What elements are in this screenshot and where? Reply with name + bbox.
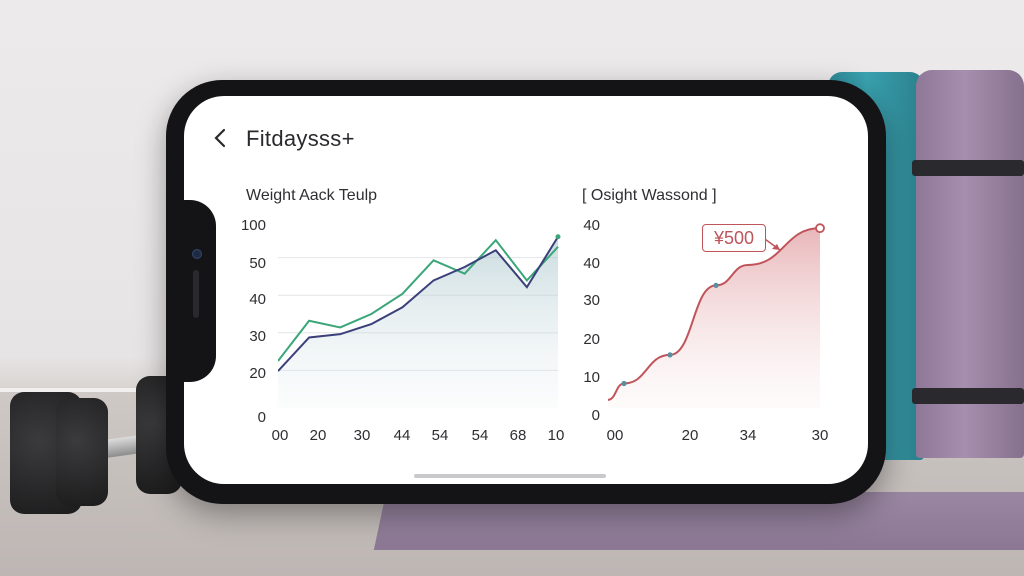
mat-strap bbox=[912, 388, 1024, 404]
front-camera bbox=[192, 249, 202, 259]
y-tick-label: 0 bbox=[591, 407, 600, 424]
app-title: Fitdaysss+ bbox=[246, 126, 355, 151]
y-tick-label: 100 bbox=[240, 217, 266, 234]
data-point bbox=[815, 223, 825, 234]
chart-title: Weight Aack Teulp bbox=[246, 187, 378, 204]
home-indicator[interactable] bbox=[414, 474, 606, 478]
phone-notch bbox=[166, 200, 216, 382]
y-tick-label: 10 bbox=[583, 369, 600, 386]
y-tick-label: 20 bbox=[583, 331, 600, 348]
chevron-left-icon[interactable] bbox=[210, 126, 230, 150]
chart-title: [ Osight Wassond ] bbox=[582, 187, 717, 204]
y-tick-label: 20 bbox=[249, 365, 266, 382]
y-tick-label: 50 bbox=[249, 255, 266, 272]
y-tick-label: 40 bbox=[249, 291, 266, 308]
series-area bbox=[608, 228, 820, 408]
y-tick-label: 30 bbox=[249, 328, 266, 345]
value-badge: ¥500 bbox=[702, 224, 766, 252]
data-point bbox=[713, 282, 719, 288]
weight-chart bbox=[278, 234, 561, 408]
data-point bbox=[555, 234, 561, 240]
data-point bbox=[621, 380, 627, 387]
y-tick-label: 0 bbox=[257, 409, 266, 426]
y-tick-label: 30 bbox=[583, 292, 600, 309]
dumbbell-plate bbox=[56, 398, 108, 506]
y-tick-label: 40 bbox=[583, 217, 600, 234]
y-tick-label: 40 bbox=[583, 255, 600, 272]
phone-speaker bbox=[193, 270, 199, 318]
data-point bbox=[667, 352, 673, 358]
mat-strap bbox=[912, 160, 1024, 176]
